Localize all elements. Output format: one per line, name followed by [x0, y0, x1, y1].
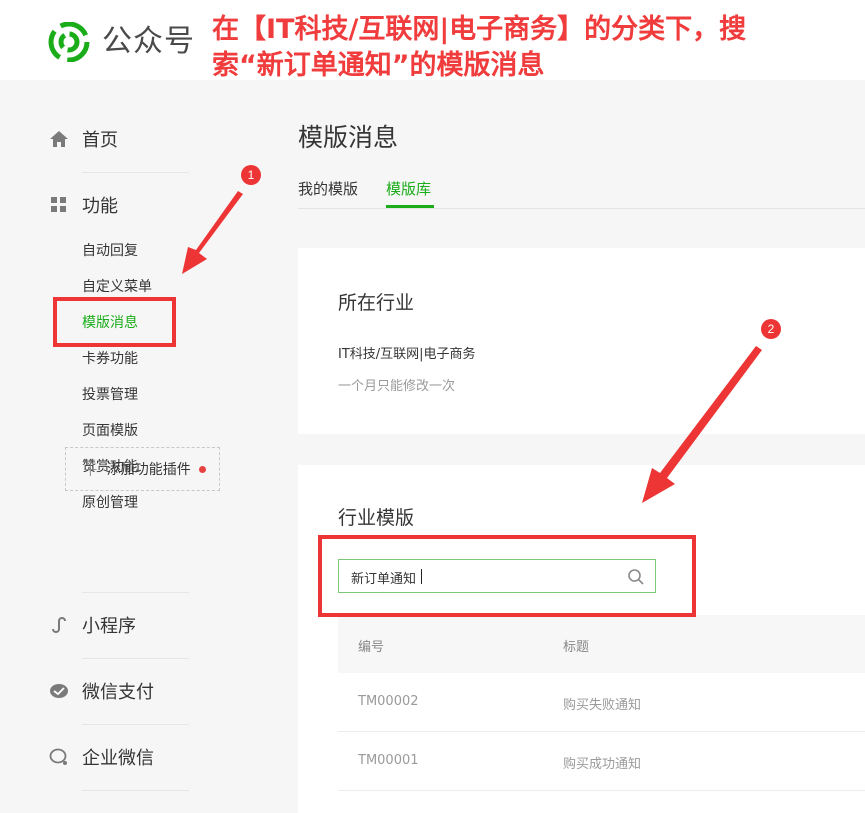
annotation-arrows — [182, 191, 762, 503]
arrow-1 — [182, 191, 243, 274]
arrow-2 — [642, 346, 762, 503]
